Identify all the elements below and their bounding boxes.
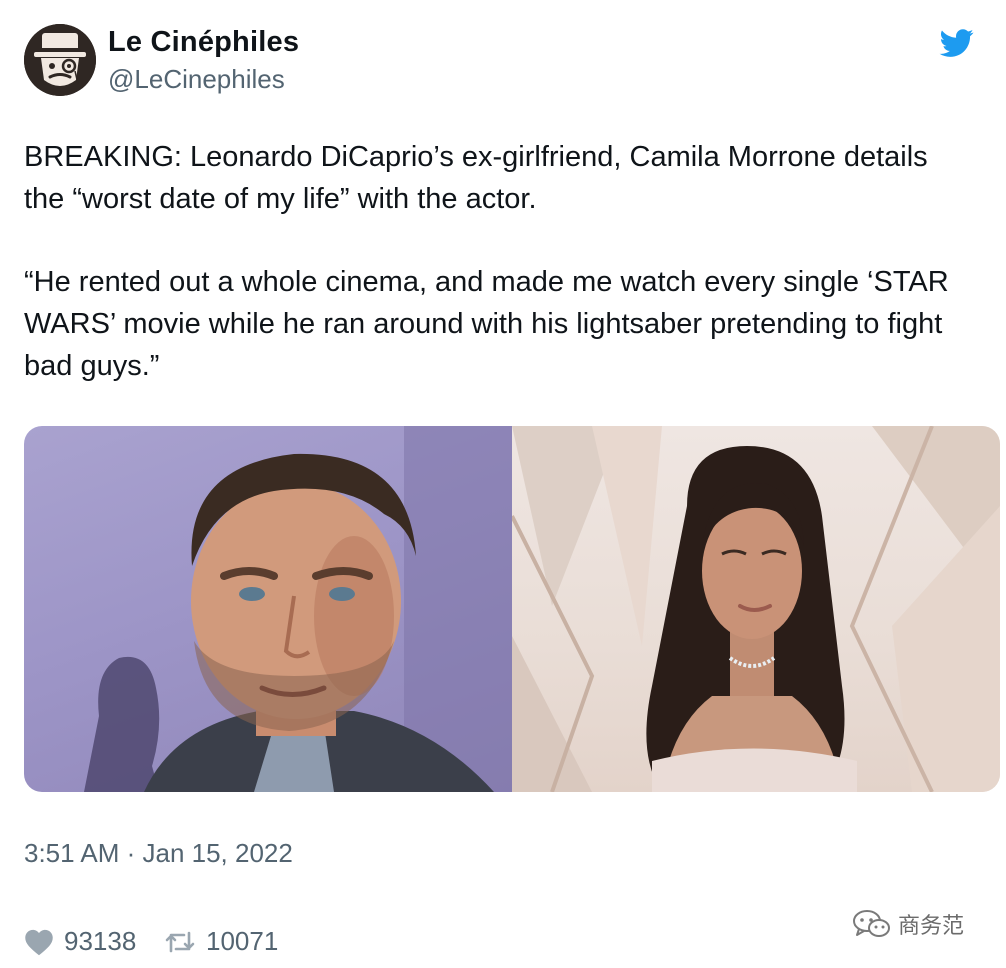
author-handle[interactable]: @LeCinephiles <box>108 64 285 95</box>
wechat-icon <box>853 910 890 937</box>
tweet-paragraph: “He rented out a whole cinema, and made … <box>24 266 949 382</box>
retweet-icon <box>165 931 195 952</box>
like-action[interactable]: 93138 <box>24 926 136 957</box>
retweet-count: 10071 <box>206 926 279 956</box>
tweet-header: Le Cinéphiles @LeCinephiles <box>24 24 984 98</box>
author-display-name[interactable]: Le Cinéphiles <box>108 26 299 59</box>
avatar-illustration <box>24 24 96 96</box>
watermark-text: 商务范 <box>898 914 965 939</box>
tweet-text: BREAKING: Leonardo DiCaprio’s ex-girlfri… <box>24 136 974 387</box>
like-count: 93138 <box>64 926 137 956</box>
tweet-card: Le Cinéphiles @LeCinephiles BREAKING: Le… <box>0 0 1006 968</box>
heart-icon <box>25 929 53 955</box>
watermark: 商务范 <box>852 906 964 942</box>
photo-right[interactable] <box>512 426 1000 792</box>
photo-left[interactable] <box>24 426 512 792</box>
tweet-media[interactable] <box>24 426 1000 792</box>
avatar[interactable] <box>24 24 96 96</box>
retweet-action[interactable]: 10071 <box>164 926 278 957</box>
woman-portrait-image <box>512 426 1000 792</box>
man-portrait-image <box>84 426 512 792</box>
tweet-paragraph: BREAKING: Leonardo DiCaprio’s ex-girlfri… <box>24 141 928 215</box>
tweet-timestamp[interactable]: 3:51 AM · Jan 15, 2022 <box>24 838 293 869</box>
twitter-bird-icon[interactable] <box>938 26 976 60</box>
